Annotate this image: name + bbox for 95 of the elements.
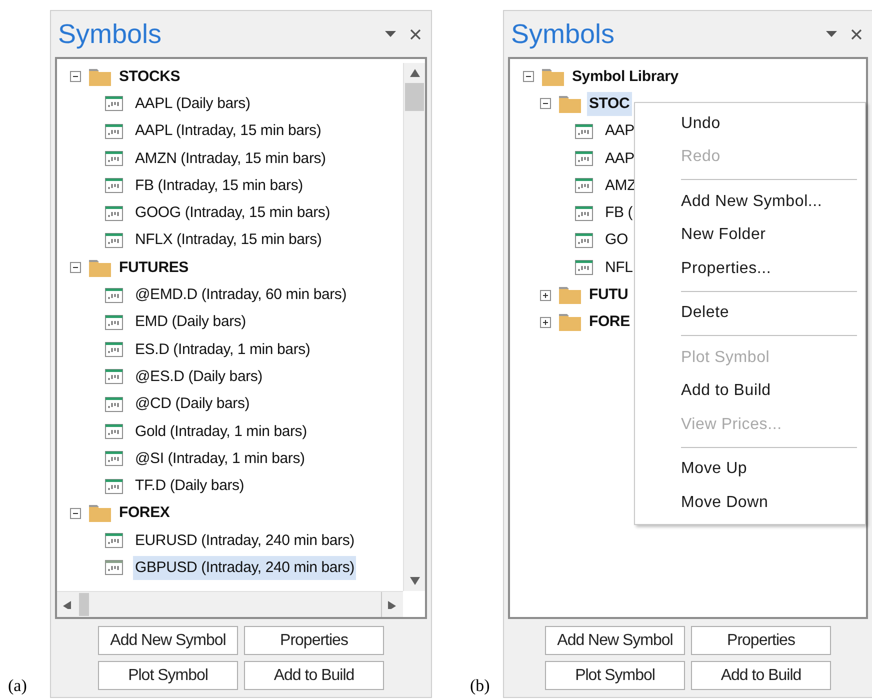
chart-icon bbox=[575, 124, 593, 139]
panel-button[interactable]: Plot Symbol bbox=[98, 661, 238, 690]
chart-icon bbox=[105, 369, 123, 384]
tree-item[interactable]: FB (Intraday, 15 min bars) bbox=[133, 174, 305, 198]
chart-icon bbox=[575, 151, 593, 166]
tree-item[interactable]: AAPL (Daily bars) bbox=[133, 92, 252, 116]
panel-button[interactable]: Properties bbox=[244, 626, 384, 655]
collapse-icon[interactable] bbox=[70, 262, 81, 274]
scrollbar-thumb[interactable] bbox=[405, 83, 424, 111]
dropdown-icon[interactable] bbox=[826, 31, 837, 37]
folder-item[interactable]: FUTU bbox=[587, 283, 630, 308]
folder-item[interactable]: FOREX bbox=[117, 501, 172, 526]
tree-item[interactable]: AAPL (Intraday, 15 min bars) bbox=[133, 119, 324, 144]
tree-item[interactable]: NFL bbox=[603, 256, 635, 280]
chart-icon bbox=[105, 206, 123, 221]
panel-button[interactable]: Add to Build bbox=[244, 661, 384, 690]
folder-icon bbox=[542, 68, 564, 86]
chart-icon bbox=[105, 96, 123, 112]
chart-icon bbox=[575, 232, 593, 248]
figure-caption: (a) bbox=[8, 674, 27, 696]
folder-icon bbox=[559, 313, 581, 332]
collapse-icon[interactable] bbox=[523, 71, 534, 82]
folder-icon bbox=[559, 94, 581, 113]
tree-item[interactable]: AAP bbox=[603, 119, 636, 144]
panel-button[interactable]: Add to Build bbox=[691, 661, 831, 690]
folder-icon bbox=[559, 286, 581, 304]
tree-item[interactable]: @ES.D (Daily bars) bbox=[133, 364, 264, 389]
folder-icon bbox=[89, 504, 111, 522]
tree-item[interactable]: Gold (Intraday, 1 min bars) bbox=[133, 420, 309, 444]
tree-item[interactable]: AAP bbox=[603, 146, 636, 171]
tree-item[interactable]: GO bbox=[603, 228, 630, 252]
scroll-up-icon[interactable] bbox=[410, 69, 420, 77]
scroll-left-icon[interactable] bbox=[63, 600, 73, 608]
chart-icon bbox=[105, 451, 123, 466]
close-icon[interactable] bbox=[851, 28, 862, 40]
chart-icon bbox=[105, 151, 123, 166]
tree-item[interactable]: ES.D (Intraday, 1 min bars) bbox=[133, 338, 312, 362]
tree-item[interactable]: @EMD.D (Intraday, 60 min bars) bbox=[133, 283, 349, 308]
tree-item[interactable]: AMZN (Intraday, 15 min bars) bbox=[133, 146, 328, 171]
chart-icon bbox=[105, 288, 123, 303]
panel-title: Symbols bbox=[58, 18, 163, 51]
close-icon[interactable] bbox=[410, 28, 421, 40]
chart-icon bbox=[575, 178, 593, 194]
chart-icon bbox=[575, 206, 593, 221]
chart-icon bbox=[575, 260, 593, 276]
folder-icon bbox=[89, 68, 111, 86]
menu-item[interactable]: Add to Build bbox=[635, 374, 865, 408]
chart-icon bbox=[105, 124, 123, 139]
folder-item[interactable]: FORE bbox=[587, 310, 632, 334]
panel-button[interactable]: Plot Symbol bbox=[545, 661, 685, 690]
panel-button[interactable]: Properties bbox=[691, 626, 831, 655]
collapse-icon[interactable] bbox=[540, 98, 551, 110]
chart-icon bbox=[105, 314, 123, 330]
chart-icon bbox=[105, 560, 123, 576]
chart-icon bbox=[105, 342, 123, 358]
tree-item[interactable]: GBPUSD (Intraday, 240 min bars) bbox=[133, 556, 356, 580]
tree-item[interactable]: EURUSD (Intraday, 240 min bars) bbox=[133, 528, 356, 553]
expand-icon[interactable] bbox=[540, 316, 551, 328]
folder-item[interactable]: STOCKS bbox=[117, 64, 182, 89]
scroll-right-icon[interactable] bbox=[388, 600, 398, 608]
collapse-icon[interactable] bbox=[70, 71, 81, 82]
figure-caption: (b) bbox=[470, 674, 490, 696]
dropdown-icon[interactable] bbox=[385, 31, 396, 37]
chart-icon bbox=[105, 478, 123, 494]
folder-item[interactable]: Symbol Library bbox=[570, 64, 680, 89]
menu-item[interactable]: Undo bbox=[635, 107, 865, 140]
folder-item[interactable]: STOC bbox=[587, 92, 632, 116]
horizontal-scrollbar[interactable] bbox=[57, 591, 403, 617]
tree-item[interactable]: GOOG (Intraday, 15 min bars) bbox=[133, 201, 332, 226]
chart-icon bbox=[105, 533, 123, 548]
chart-icon bbox=[105, 424, 123, 439]
menu-item[interactable]: Move Up bbox=[635, 452, 865, 486]
tree-item[interactable]: EMD (Daily bars) bbox=[133, 310, 248, 334]
scroll-down-icon[interactable] bbox=[410, 577, 420, 585]
collapse-icon[interactable] bbox=[70, 508, 81, 519]
menu-item[interactable]: New Folder bbox=[635, 218, 865, 252]
menu-item[interactable]: Properties... bbox=[635, 252, 865, 286]
folder-icon bbox=[89, 258, 111, 277]
expand-icon[interactable] bbox=[540, 290, 551, 301]
tree-item[interactable]: @CD (Daily bars) bbox=[133, 392, 252, 416]
menu-item[interactable]: Move Down bbox=[635, 486, 865, 520]
tree-item[interactable]: FB ( bbox=[603, 201, 635, 226]
vertical-scrollbar[interactable] bbox=[403, 63, 425, 591]
tree-item[interactable]: TF.D (Daily bars) bbox=[133, 474, 246, 498]
scrollbar-thumb[interactable] bbox=[79, 593, 89, 616]
chart-icon bbox=[105, 232, 123, 248]
menu-item[interactable]: Delete bbox=[635, 296, 865, 330]
panel-button[interactable]: Add New Symbol bbox=[98, 626, 238, 655]
panel-button[interactable]: Add New Symbol bbox=[545, 626, 685, 655]
tree-item[interactable]: NFLX (Intraday, 15 min bars) bbox=[133, 228, 324, 252]
tree-item[interactable]: @SI (Intraday, 1 min bars) bbox=[133, 446, 307, 471]
panel-title: Symbols bbox=[511, 18, 616, 51]
folder-item[interactable]: FUTURES bbox=[117, 256, 190, 280]
chart-icon bbox=[105, 178, 123, 194]
chart-icon bbox=[105, 396, 123, 412]
